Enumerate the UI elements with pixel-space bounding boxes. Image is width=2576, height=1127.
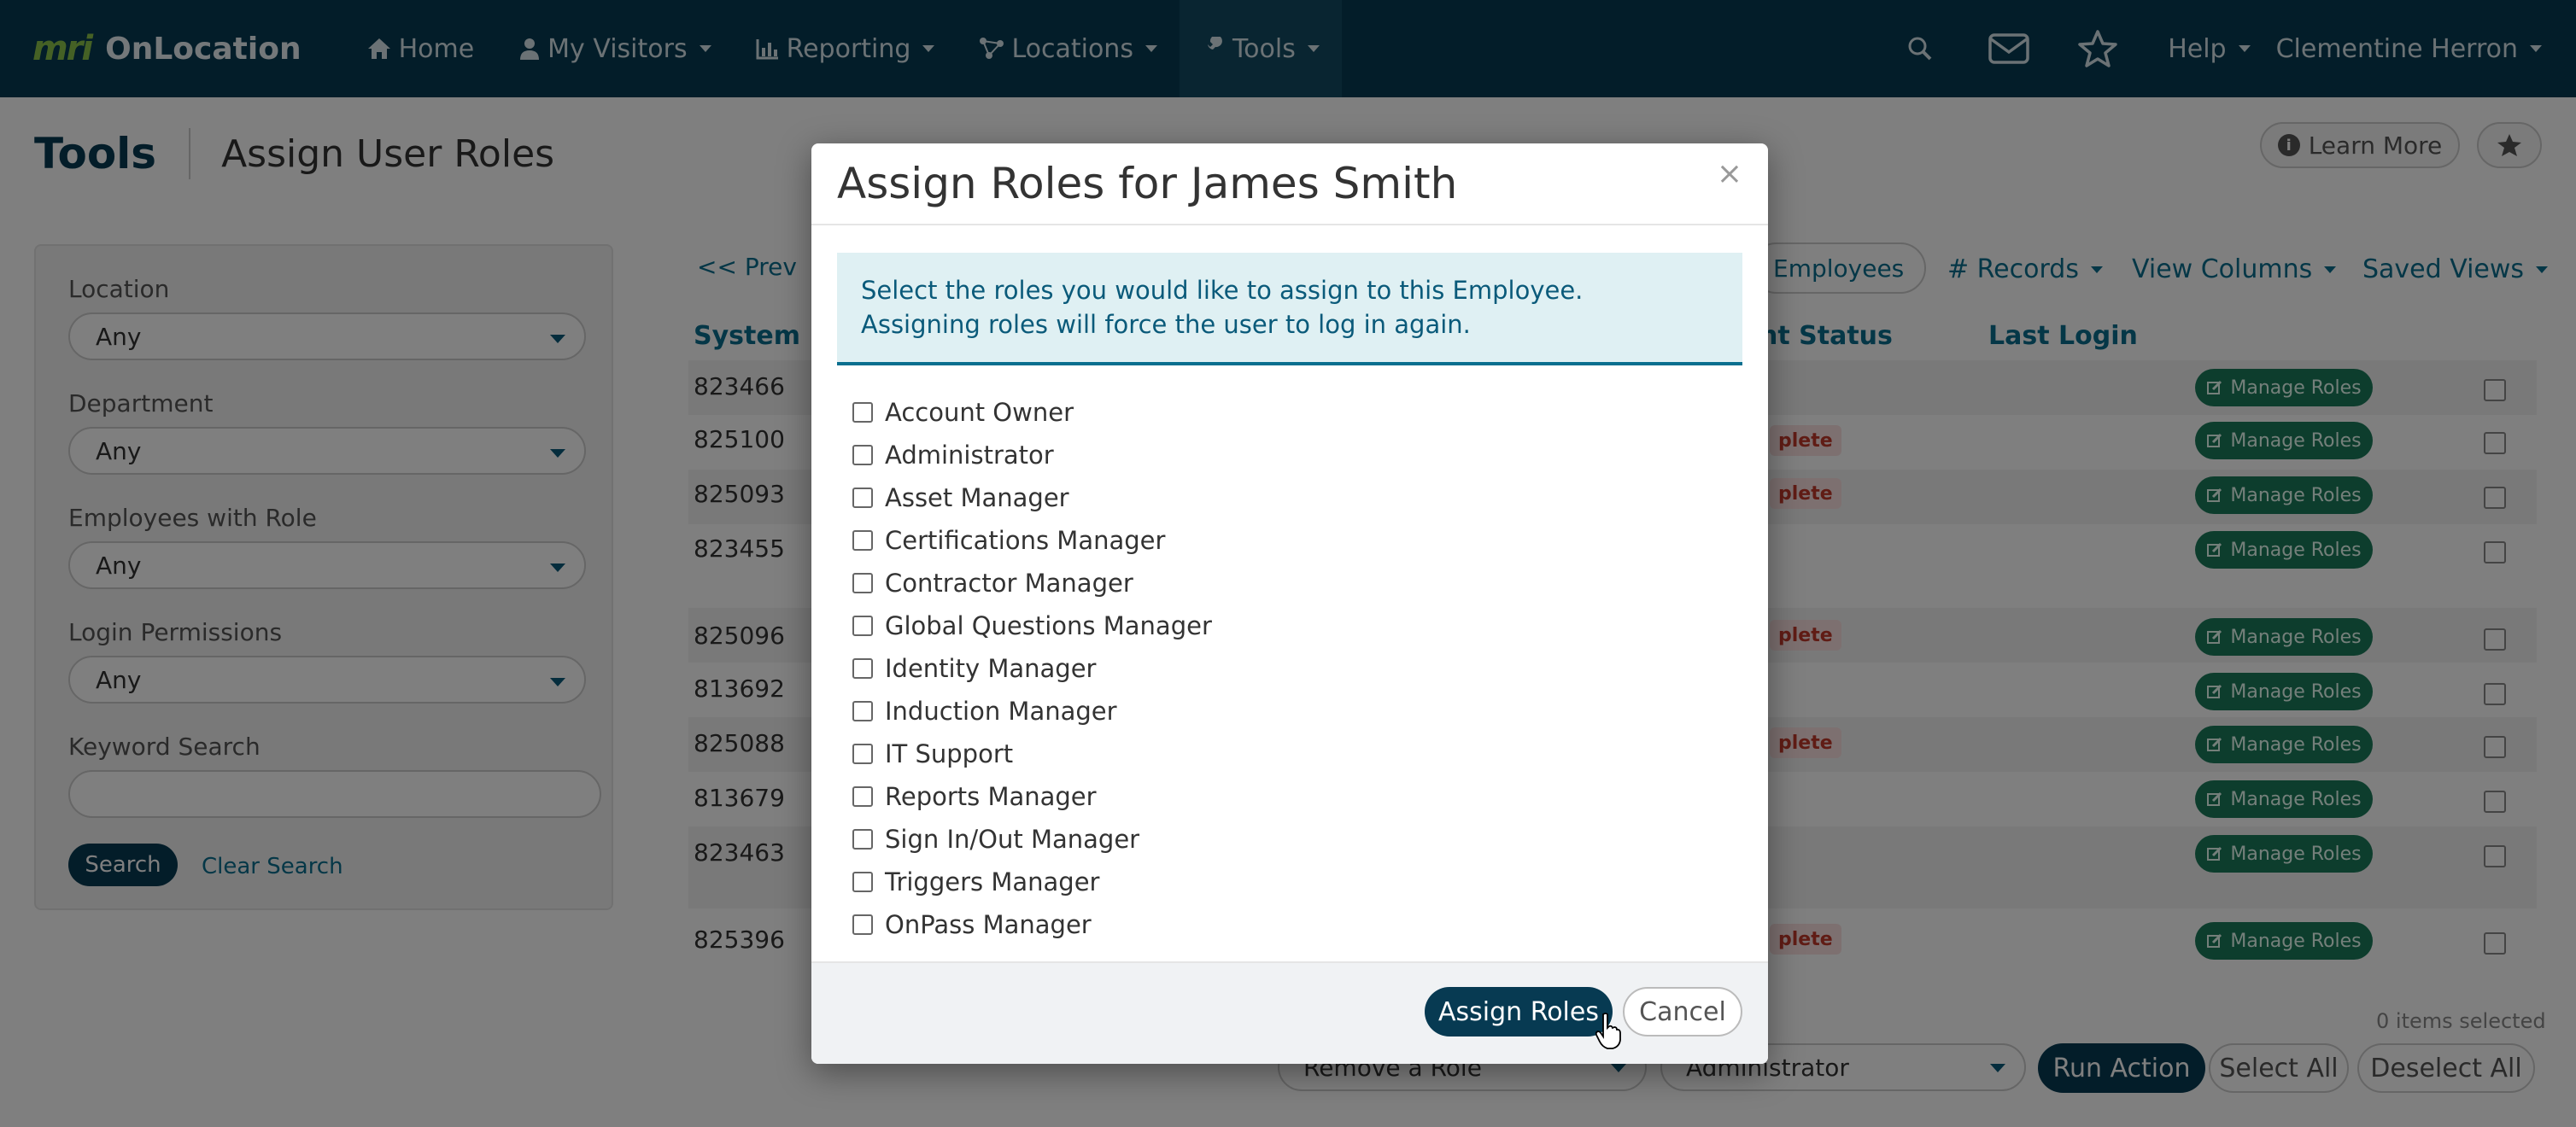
role-option-certifications-manager[interactable]: Certifications Manager [852,519,1212,562]
role-checkbox[interactable] [852,744,873,764]
role-checkbox[interactable] [852,701,873,721]
role-option-identity-manager[interactable]: Identity Manager [852,647,1212,690]
close-icon[interactable]: × [1717,159,1742,190]
role-checkbox-list: Account Owner Administrator Asset Manage… [852,391,1212,946]
role-checkbox[interactable] [852,445,873,465]
role-label: Contractor Manager [885,569,1133,598]
role-label: Reports Manager [885,782,1097,811]
role-option-it-support[interactable]: IT Support [852,733,1212,775]
role-option-sign-in-out-manager[interactable]: Sign In/Out Manager [852,818,1212,861]
role-label: Asset Manager [885,483,1069,512]
role-option-onpass-manager[interactable]: OnPass Manager [852,903,1212,946]
role-option-administrator[interactable]: Administrator [852,434,1212,476]
assign-roles-modal: Assign Roles for James Smith × Select th… [811,143,1768,1064]
role-label: Induction Manager [885,697,1117,726]
role-checkbox[interactable] [852,914,873,935]
role-option-contractor-manager[interactable]: Contractor Manager [852,562,1212,604]
role-checkbox[interactable] [852,488,873,508]
modal-header: Assign Roles for James Smith × [811,143,1768,225]
role-label: Triggers Manager [885,867,1100,896]
assign-roles-button[interactable]: Assign Roles [1425,987,1613,1036]
role-checkbox[interactable] [852,573,873,593]
role-checkbox[interactable] [852,786,873,807]
role-option-triggers-manager[interactable]: Triggers Manager [852,861,1212,903]
role-option-reports-manager[interactable]: Reports Manager [852,775,1212,818]
role-label: Account Owner [885,398,1074,427]
cancel-button[interactable]: Cancel [1623,987,1742,1036]
role-option-asset-manager[interactable]: Asset Manager [852,476,1212,519]
role-checkbox[interactable] [852,402,873,423]
role-checkbox[interactable] [852,616,873,636]
role-label: OnPass Manager [885,910,1092,939]
role-checkbox[interactable] [852,829,873,850]
role-option-induction-manager[interactable]: Induction Manager [852,690,1212,733]
alert-text: Select the roles you would like to assig… [861,276,1584,339]
role-label: Administrator [885,441,1054,470]
role-label: Identity Manager [885,654,1097,683]
role-checkbox[interactable] [852,872,873,892]
role-label: Global Questions Manager [885,611,1212,640]
role-option-account-owner[interactable]: Account Owner [852,391,1212,434]
modal-title: Assign Roles for James Smith [837,159,1458,208]
role-label: Certifications Manager [885,526,1166,555]
role-checkbox[interactable] [852,658,873,679]
hand-cursor-icon [1595,1013,1621,1049]
role-option-global-questions-manager[interactable]: Global Questions Manager [852,604,1212,647]
info-alert: Select the roles you would like to assig… [837,253,1742,365]
role-checkbox[interactable] [852,530,873,551]
role-label: IT Support [885,739,1014,768]
role-label: Sign In/Out Manager [885,825,1140,854]
